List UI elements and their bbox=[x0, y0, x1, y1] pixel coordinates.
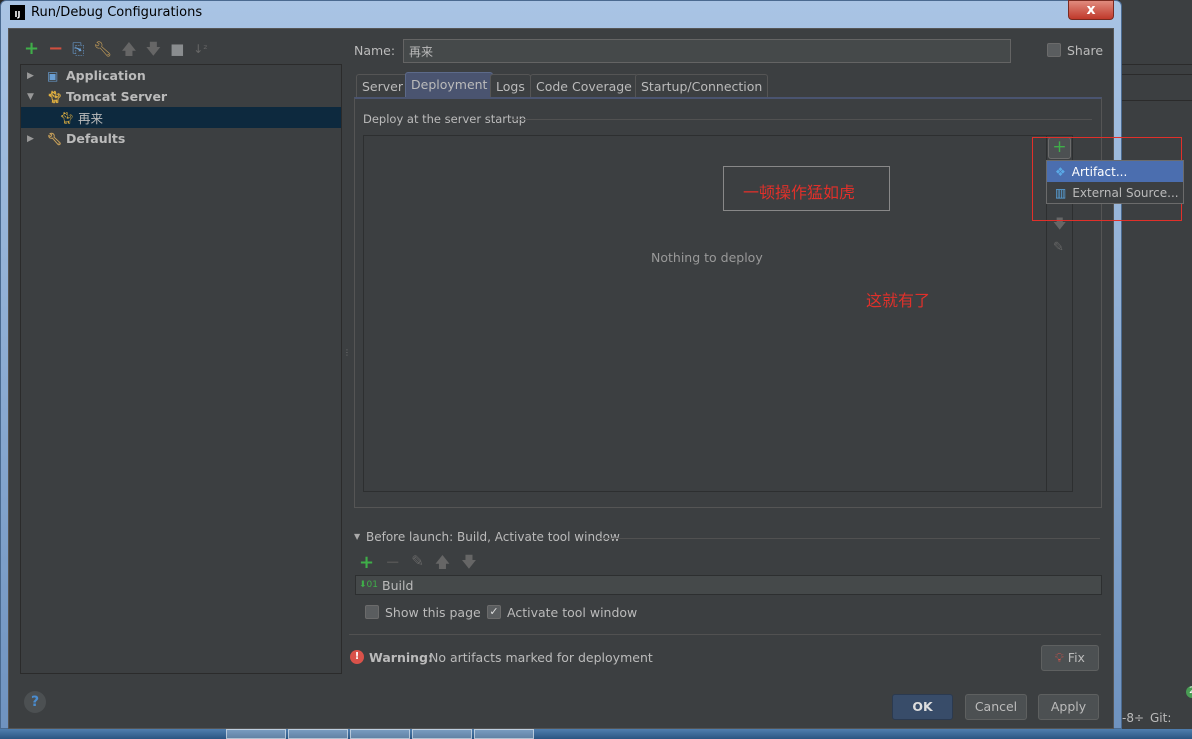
tab-logs[interactable]: Logs bbox=[490, 74, 531, 98]
tree-item-tomcat-server[interactable]: ▼ 🐈︎ Tomcat Server bbox=[21, 86, 341, 107]
move-down-icon[interactable]: 🡇 bbox=[461, 552, 476, 577]
help-button[interactable]: ? bbox=[24, 691, 46, 713]
encoding-status[interactable]: -8÷ bbox=[1122, 711, 1144, 725]
warning-icon: ! bbox=[350, 650, 364, 664]
ok-button[interactable]: OK bbox=[892, 694, 953, 720]
expand-icon[interactable]: ▶ bbox=[27, 134, 39, 144]
remove-icon[interactable]: − bbox=[385, 552, 400, 577]
show-page-checkbox[interactable] bbox=[365, 605, 379, 619]
taskbar-item[interactable] bbox=[412, 729, 472, 739]
name-label: Name: bbox=[354, 43, 396, 58]
tree-item-label: 再来 bbox=[78, 111, 104, 126]
wrench-icon: 🔧︎ bbox=[47, 131, 63, 146]
name-input[interactable] bbox=[403, 39, 1011, 63]
splitter-handle[interactable]: ⋮ bbox=[343, 348, 351, 357]
deployment-list[interactable] bbox=[363, 135, 1073, 492]
tree-item-label: Defaults bbox=[66, 131, 126, 146]
menu-item-label: External Source... bbox=[1072, 185, 1179, 200]
add-icon[interactable]: + bbox=[359, 552, 374, 577]
notification-badge[interactable]: 2 bbox=[1186, 686, 1192, 698]
taskbar-item[interactable] bbox=[350, 729, 410, 739]
cancel-button[interactable]: Cancel bbox=[965, 694, 1027, 720]
activate-tool-window-checkbox[interactable]: ✓ bbox=[487, 605, 501, 619]
sort-icon[interactable]: ↓ᶻ bbox=[193, 41, 207, 57]
taskbar-item[interactable] bbox=[226, 729, 286, 739]
edit-icon[interactable]: ✎ bbox=[1053, 240, 1064, 255]
tab-startup-connection[interactable]: Startup/Connection bbox=[635, 74, 769, 98]
share-checkbox[interactable] bbox=[1047, 43, 1061, 57]
warning-label: Warning: bbox=[369, 650, 433, 665]
move-up-icon[interactable]: 🡅 bbox=[435, 552, 450, 577]
tab-server[interactable]: Server bbox=[356, 74, 409, 98]
deploy-group-title: Deploy at the server startup bbox=[363, 112, 527, 126]
tree-item-label: Tomcat Server bbox=[66, 89, 168, 104]
move-up-icon[interactable]: 🡅 bbox=[121, 41, 136, 57]
copy-icon[interactable]: ⎘ bbox=[72, 41, 84, 57]
config-tree: ▶ ▣ Application ▼ 🐈︎ Tomcat Server 🐈︎ 再来 ▶ 🔧︎ D… bbox=[20, 64, 342, 674]
tomcat-icon: 🐈︎ bbox=[47, 89, 63, 104]
apply-button[interactable]: Apply bbox=[1038, 694, 1099, 720]
remove-icon[interactable]: − bbox=[48, 40, 63, 58]
close-button[interactable]: x bbox=[1068, 0, 1114, 20]
archive-icon: ▥ bbox=[1055, 185, 1067, 200]
empty-list-text: Nothing to deploy bbox=[651, 250, 763, 265]
bulb-icon: 💡︎ bbox=[1055, 650, 1064, 665]
edit-icon[interactable]: ✎ bbox=[411, 552, 424, 577]
background-ide: 2 -8÷ Git: ma bbox=[1120, 0, 1192, 739]
annotation-text: 一顿操作猛如虎 bbox=[743, 183, 856, 202]
intellij-logo-icon: IJ bbox=[10, 5, 25, 20]
folder-icon[interactable]: ■ bbox=[170, 41, 184, 57]
annotation-note: 这就有了 bbox=[866, 291, 931, 310]
application-icon: ▣ bbox=[47, 68, 59, 83]
menu-item-artifact[interactable]: ❖ Artifact... bbox=[1047, 161, 1183, 182]
add-icon[interactable]: + bbox=[24, 40, 39, 58]
tree-item-defaults[interactable]: ▶ 🔧︎ Defaults bbox=[21, 128, 341, 149]
before-launch-title[interactable]: Before launch: Build, Activate tool wind… bbox=[366, 530, 620, 544]
wrench-icon[interactable]: 🔧︎ bbox=[93, 41, 112, 57]
build-icon: ⬇01 bbox=[359, 580, 378, 590]
taskbar bbox=[0, 729, 1192, 739]
before-launch-list: ⬇01 Build bbox=[355, 575, 1102, 595]
tomcat-config-icon: 🐈︎ bbox=[59, 110, 75, 125]
window-title: Run/Debug Configurations bbox=[31, 5, 203, 20]
fix-button[interactable]: 💡︎ Fix bbox=[1041, 645, 1099, 671]
collapse-before-launch-icon[interactable]: ▼ bbox=[354, 532, 360, 541]
taskbar-item[interactable] bbox=[474, 729, 534, 739]
title-bar: IJ Run/Debug Configurations bbox=[10, 5, 202, 20]
tree-item-config[interactable]: 🐈︎ 再来 bbox=[21, 107, 341, 128]
taskbar-item[interactable] bbox=[288, 729, 348, 739]
menu-item-label: Artifact... bbox=[1071, 164, 1128, 179]
artifact-icon: ❖ bbox=[1055, 164, 1066, 179]
activate-tool-window-label: Activate tool window bbox=[507, 605, 638, 620]
before-launch-toolbar: + − ✎ 🡅 🡇 bbox=[359, 552, 477, 577]
before-launch-item-build[interactable]: Build bbox=[382, 578, 413, 593]
tab-deployment[interactable]: Deployment bbox=[405, 72, 494, 98]
collapse-icon[interactable]: ▼ bbox=[27, 92, 39, 102]
tree-item-label: Application bbox=[66, 68, 146, 83]
warning-text: No artifacts marked for deployment bbox=[429, 650, 653, 665]
add-deployment-popup: ❖ Artifact... ▥ External Source... bbox=[1046, 160, 1184, 204]
show-page-label: Show this page bbox=[385, 605, 481, 620]
config-toolbar: + − ⎘ 🔧︎ 🡅 🡇 ■ ↓ᶻ bbox=[24, 40, 208, 58]
tab-code-coverage[interactable]: Code Coverage bbox=[530, 74, 638, 98]
fix-label: Fix bbox=[1067, 650, 1085, 665]
expand-icon[interactable]: ▶ bbox=[27, 71, 39, 81]
share-label: Share bbox=[1067, 43, 1104, 58]
tree-item-application[interactable]: ▶ ▣ Application bbox=[21, 65, 341, 86]
annotation-box: 一顿操作猛如虎 bbox=[723, 166, 890, 211]
move-down-icon[interactable]: 🡇 bbox=[146, 41, 161, 57]
menu-item-external-source[interactable]: ▥ External Source... bbox=[1047, 182, 1183, 203]
